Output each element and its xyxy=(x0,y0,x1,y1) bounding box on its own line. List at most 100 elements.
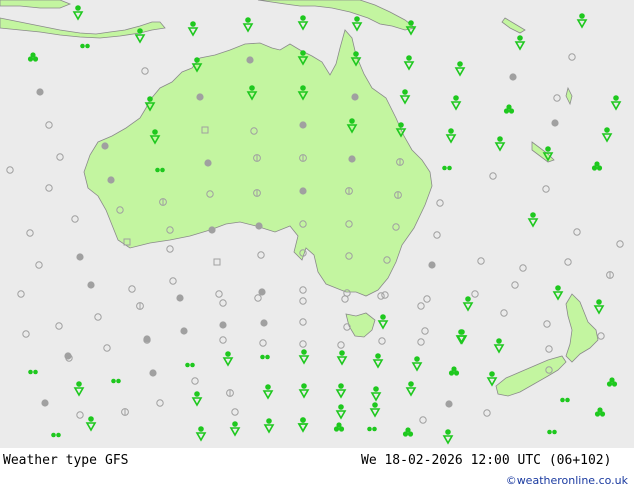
drizzle-dot xyxy=(155,167,160,173)
overcast-dot xyxy=(87,281,95,289)
rain-cloud-dot xyxy=(375,353,381,359)
shower-dot xyxy=(30,52,36,58)
rain-cloud-dot xyxy=(266,418,272,424)
cloud-symbol xyxy=(299,187,307,195)
cloud-symbol xyxy=(87,281,95,289)
cloud-symbol xyxy=(348,155,356,163)
overcast-dot xyxy=(204,159,212,167)
rain-cloud-dot xyxy=(373,386,379,392)
rain-cloud-dot xyxy=(300,50,306,56)
rain-cloud-dot xyxy=(76,381,82,387)
overcast-dot xyxy=(176,294,184,302)
overcast-dot xyxy=(509,73,517,81)
cloud-symbol xyxy=(107,176,115,184)
map-type-label: Weather type xyxy=(3,453,97,468)
overcast-dot xyxy=(258,288,266,296)
drizzle-dot xyxy=(547,429,552,435)
overcast-dot xyxy=(445,400,453,408)
overcast-dot xyxy=(107,176,115,184)
weather-map xyxy=(0,0,634,448)
drizzle-dot xyxy=(372,426,377,432)
cloud-symbol xyxy=(260,319,268,327)
cloud-symbol xyxy=(208,226,216,234)
rain-cloud-dot xyxy=(380,314,386,320)
rain-cloud-dot xyxy=(604,127,610,133)
rain-cloud-dot xyxy=(147,96,153,102)
cloud-symbol xyxy=(509,73,517,81)
overcast-dot xyxy=(299,121,307,129)
overcast-dot xyxy=(36,88,44,96)
shower-dot xyxy=(405,427,411,433)
cloud-symbol xyxy=(351,93,359,101)
rain-cloud-dot xyxy=(300,417,306,423)
map-footer: Weather type GFS We 18-02-2026 12:00 UTC… xyxy=(0,448,634,490)
overcast-dot xyxy=(180,327,188,335)
rain-cloud-dot xyxy=(496,338,502,344)
rain-cloud-dot xyxy=(406,55,412,61)
overcast-dot xyxy=(149,369,157,377)
rain-cloud-dot xyxy=(453,95,459,101)
drizzle-dot xyxy=(160,167,165,173)
rain-cloud-dot xyxy=(190,21,196,27)
overcast-dot xyxy=(219,321,227,329)
rain-cloud-dot xyxy=(448,128,454,134)
overcast-dot xyxy=(260,319,268,327)
cloud-symbol xyxy=(196,93,204,101)
rain-cloud-dot xyxy=(300,85,306,91)
rain-cloud-dot xyxy=(338,383,344,389)
rain-cloud-dot xyxy=(232,421,238,427)
rain-cloud-dot xyxy=(579,13,585,19)
drizzle-dot xyxy=(185,362,190,368)
rain-cloud-dot xyxy=(372,402,378,408)
cloud-symbol xyxy=(219,321,227,329)
rain-cloud-dot xyxy=(301,383,307,389)
rain-cloud-dot xyxy=(339,350,345,356)
rain-cloud-dot xyxy=(408,20,414,26)
rain-cloud-dot xyxy=(414,356,420,362)
overcast-dot xyxy=(428,261,436,269)
rain-cloud-dot xyxy=(300,15,306,21)
drizzle-dot xyxy=(442,165,447,171)
overcast-dot xyxy=(246,56,254,64)
rain-cloud-dot xyxy=(194,391,200,397)
drizzle-dot xyxy=(552,429,557,435)
cloud-symbol xyxy=(551,119,559,127)
rain-cloud-dot xyxy=(338,404,344,410)
rain-cloud-dot xyxy=(458,329,464,335)
overcast-dot xyxy=(101,142,109,150)
drizzle-dot xyxy=(28,369,33,375)
rain-cloud-dot xyxy=(457,61,463,67)
drizzle-dot xyxy=(560,397,565,403)
drizzle-dot xyxy=(33,369,38,375)
rain-cloud-dot xyxy=(194,57,200,63)
rain-cloud-dot xyxy=(152,129,158,135)
rain-cloud-dot xyxy=(75,5,81,11)
cloud-symbol xyxy=(445,400,453,408)
rain-cloud-dot xyxy=(545,146,551,152)
rain-cloud-dot xyxy=(517,35,523,41)
rain-cloud-dot xyxy=(137,28,143,34)
credit-link[interactable]: ©weatheronline.co.uk xyxy=(506,474,628,487)
overcast-dot xyxy=(348,155,356,163)
rain-cloud-dot xyxy=(596,299,602,305)
drizzle-dot xyxy=(80,43,85,49)
shower-dot xyxy=(597,407,603,413)
overcast-dot xyxy=(208,226,216,234)
cloud-symbol xyxy=(246,56,254,64)
cloud-symbol xyxy=(36,88,44,96)
shower-dot xyxy=(336,422,342,428)
drizzle-dot xyxy=(56,432,61,438)
shower-dot xyxy=(609,377,615,383)
drizzle-dot xyxy=(51,432,56,438)
rain-cloud-dot xyxy=(353,51,359,57)
cloud-symbol xyxy=(41,399,49,407)
rain-cloud-dot xyxy=(349,118,355,124)
cloud-symbol xyxy=(428,261,436,269)
drizzle-dot xyxy=(367,426,372,432)
rain-cloud-dot xyxy=(408,381,414,387)
drizzle-dot xyxy=(85,43,90,49)
shower-dot xyxy=(594,161,600,167)
cloud-symbol xyxy=(176,294,184,302)
rain-cloud-dot xyxy=(489,371,495,377)
drizzle-dot xyxy=(111,378,116,384)
